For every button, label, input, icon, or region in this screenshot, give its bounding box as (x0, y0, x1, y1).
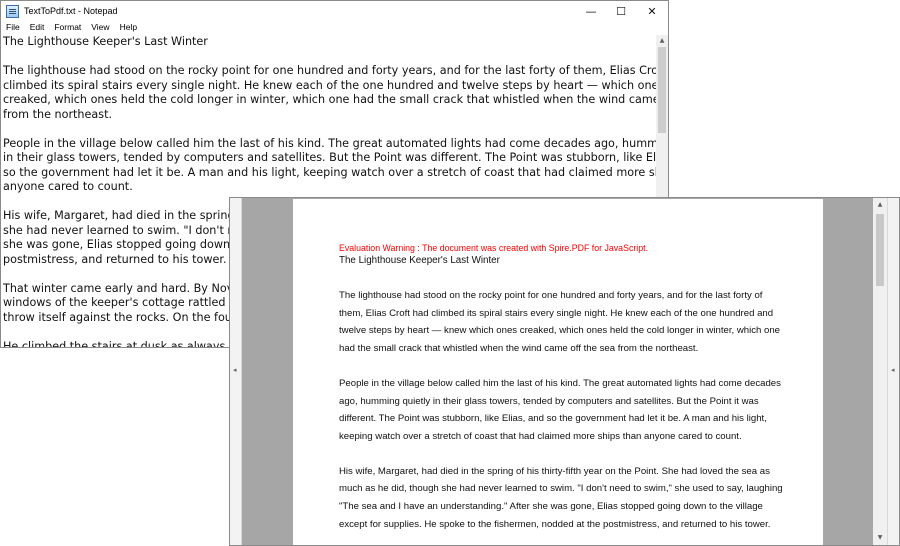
pdf-text-line: them, Elias Croft had climbed its spiral… (339, 307, 774, 319)
pdf-paragraph: The lighthouse had stood on the rocky po… (339, 287, 789, 357)
scrollbar-thumb[interactable] (658, 47, 666, 133)
menu-help[interactable]: Help (115, 21, 142, 34)
pdf-text-line: had the small crack that whistled when t… (339, 342, 699, 354)
notepad-text-line: climbed its spiral stairs every single n… (3, 78, 657, 92)
pdf-text-line: except for supplies. He spoke to the fis… (339, 518, 771, 530)
notepad-text-line (3, 122, 657, 137)
menu-file[interactable]: File (1, 21, 25, 34)
pdf-text-line: much as he did, though she had never lea… (339, 483, 783, 495)
pdf-left-panel-toggle[interactable]: ◂ (230, 198, 242, 545)
pdf-paragraph: His wife, Margaret, had died in the spri… (339, 463, 789, 533)
menu-edit[interactable]: Edit (25, 21, 50, 34)
pdf-text-line: His wife, Margaret, had died in the spri… (339, 465, 770, 477)
notepad-text-line: in their glass towers, tended by compute… (3, 151, 657, 164)
pdf-text-line: People in the village below called him t… (339, 377, 781, 389)
notepad-text-line: The Lighthouse Keeper's Last Winter (3, 35, 208, 48)
notepad-menubar: File Edit Format View Help (1, 21, 668, 34)
maximize-button[interactable]: ☐ (606, 1, 636, 21)
pdf-canvas[interactable]: Evaluation Warning : The document was cr… (242, 198, 873, 545)
pdf-page: Evaluation Warning : The document was cr… (293, 199, 823, 545)
pdf-paragraph: People in the village below called him t… (339, 375, 789, 445)
caption-buttons: — ☐ ✕ (576, 1, 668, 21)
notepad-title: TextToPdf.txt - Notepad (24, 6, 118, 16)
pdf-viewer-window: ◂ Evaluation Warning : The document was … (229, 197, 900, 546)
pdf-vertical-scrollbar[interactable]: ▲ ▼ (873, 198, 887, 545)
close-button[interactable]: ✕ (636, 1, 668, 21)
notepad-titlebar[interactable]: TextToPdf.txt - Notepad — ☐ ✕ (1, 1, 668, 21)
pdf-text-line: different. The Point was stubborn, like … (339, 413, 767, 425)
notepad-text-line: so the government had let it be. A man a… (3, 165, 657, 179)
notepad-text-line: from the northeast. (3, 107, 113, 121)
pdf-text-line: The lighthouse had stood on the rocky po… (339, 290, 763, 302)
pdf-text-line: ago, humming quietly in their glass towe… (339, 395, 759, 407)
notepad-text-line: The lighthouse had stood on the rocky po… (3, 64, 657, 77)
scrollbar-thumb[interactable] (876, 214, 884, 286)
pdf-text-line: keeping watch over a stretch of coast th… (339, 430, 742, 442)
notepad-text-line: creaked, which ones held the cold longer… (3, 93, 657, 106)
notepad-text-line: anyone cared to count. (3, 180, 133, 193)
scroll-up-icon[interactable]: ▲ (656, 35, 668, 46)
pdf-body-text: The Lighthouse Keeper's Last Winter The … (339, 252, 789, 545)
notepad-text-line: People in the village below called him t… (3, 136, 657, 150)
chevron-left-icon[interactable]: ◂ (891, 366, 895, 374)
scroll-up-icon[interactable]: ▲ (873, 200, 887, 210)
pdf-right-panel-toggle[interactable]: ◂ (887, 198, 899, 545)
pdf-text-line: twelve steps by heart — knew which ones … (339, 325, 781, 337)
notepad-app-icon (6, 4, 19, 18)
scroll-down-icon[interactable]: ▼ (873, 533, 887, 543)
chevron-left-icon[interactable]: ◂ (233, 366, 237, 374)
menu-format[interactable]: Format (49, 21, 86, 34)
pdf-text-line: "The sea and I have an understanding." A… (339, 501, 763, 513)
minimize-button[interactable]: — (576, 1, 606, 21)
pdf-document-title: The Lighthouse Keeper's Last Winter (339, 255, 500, 266)
notepad-text-line (3, 50, 657, 65)
menu-view[interactable]: View (86, 21, 114, 34)
